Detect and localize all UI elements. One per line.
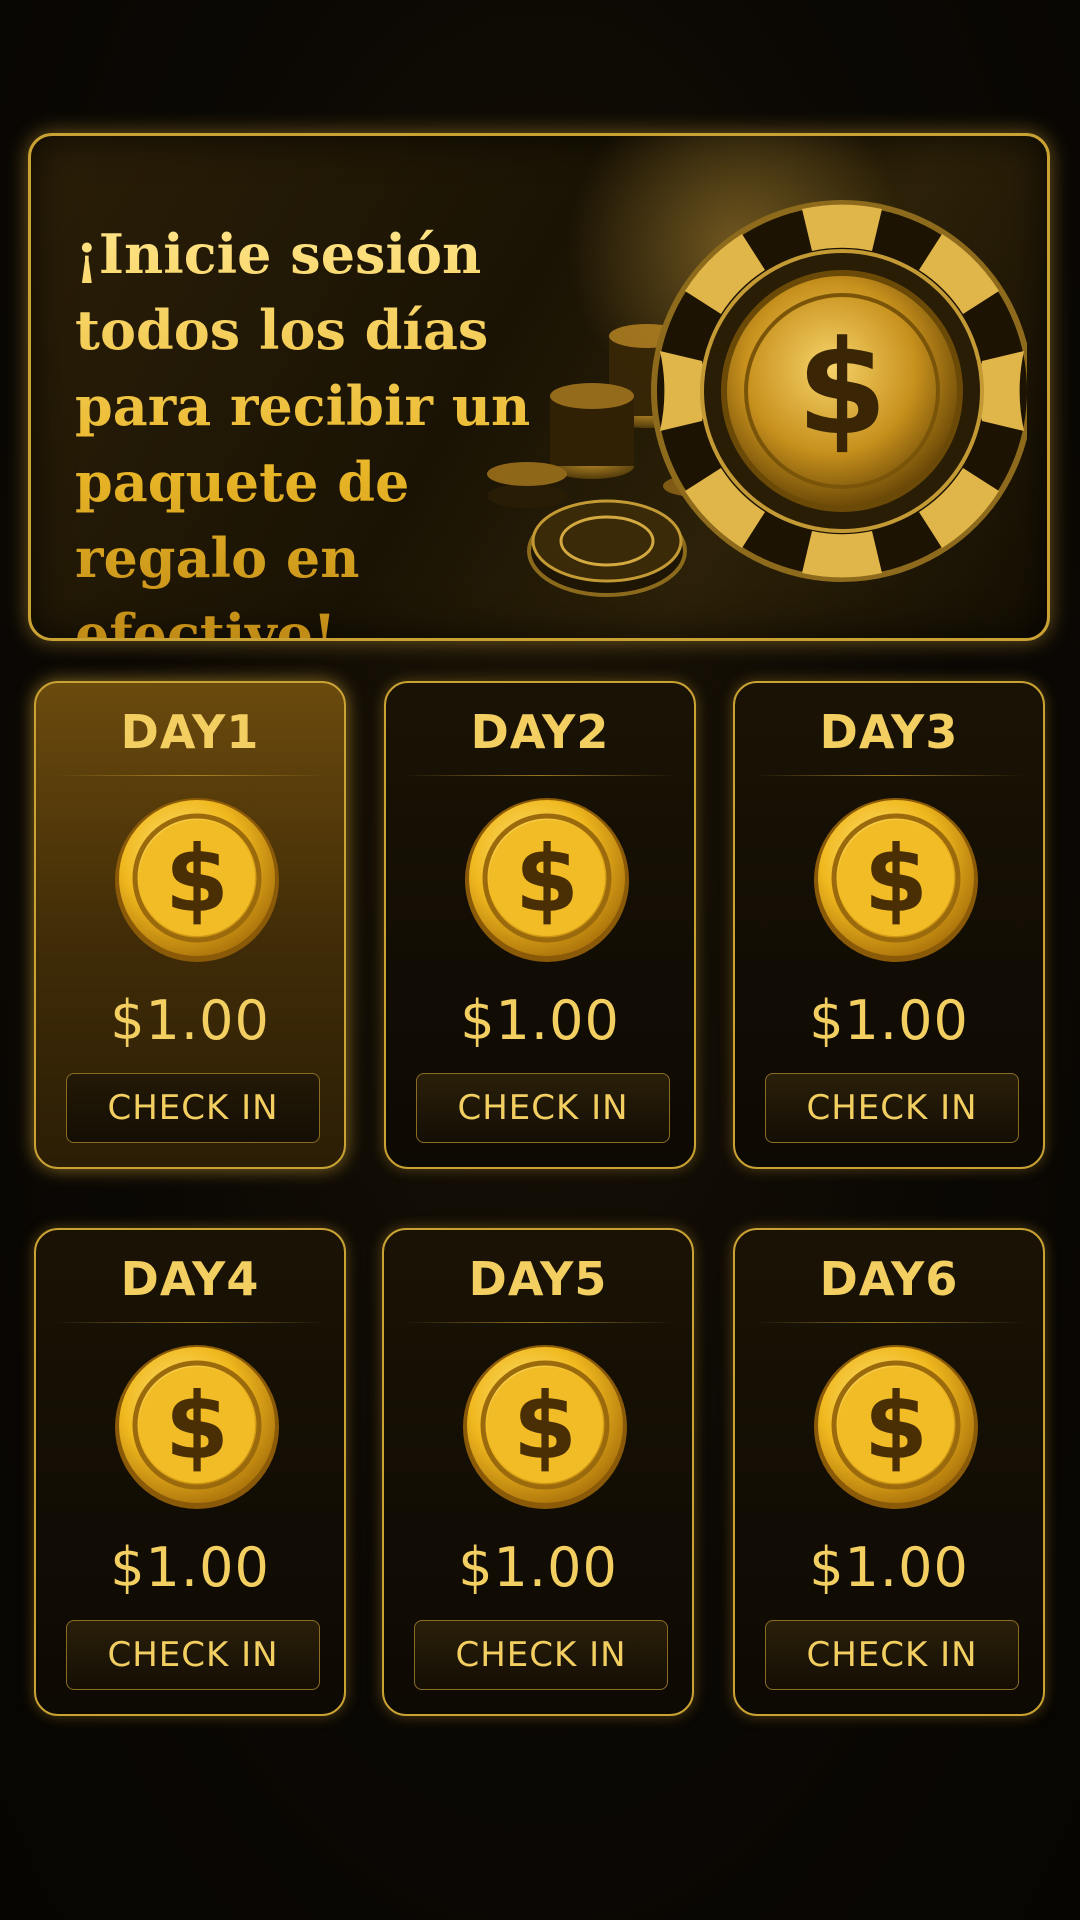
check-in-button[interactable]: CHECK IN — [414, 1620, 668, 1690]
day-card-3: DAY3 $ $1.00 CHECK IN — [733, 681, 1045, 1169]
reward-amount: $1.00 — [110, 989, 270, 1052]
reward-amount: $1.00 — [809, 1536, 969, 1599]
dollar-coin-icon: $ — [115, 798, 279, 962]
reward-amount: $1.00 — [458, 1536, 618, 1599]
svg-text:$: $ — [513, 1373, 577, 1480]
check-in-button[interactable]: CHECK IN — [765, 1620, 1019, 1690]
day-title: DAY1 — [120, 705, 260, 759]
check-in-button[interactable]: CHECK IN — [66, 1073, 320, 1143]
dollar-coin-icon: $ — [814, 798, 978, 962]
svg-text:$: $ — [515, 826, 579, 933]
dollar-coin-icon: $ — [115, 1345, 279, 1509]
day-card-1: DAY1 $ $1.00 CHECK IN — [34, 681, 346, 1169]
big-chip: $ — [651, 200, 1027, 582]
day-card-4: DAY4 $ $1.00 CHECK IN — [34, 1228, 346, 1716]
svg-text:$: $ — [797, 312, 887, 464]
day-card-6: DAY6 $ $1.00 CHECK IN — [733, 1228, 1045, 1716]
casino-chip-icon: $ — [487, 200, 1027, 597]
check-in-button[interactable]: CHECK IN — [66, 1620, 320, 1690]
day-card-5: DAY5 $ $1.00 CHECK IN — [382, 1228, 694, 1716]
dollar-coin-icon: $ — [465, 798, 629, 962]
small-chip — [527, 499, 687, 597]
dollar-coin-icon: $ — [463, 1345, 627, 1509]
svg-text:$: $ — [165, 826, 229, 933]
card-divider — [54, 1322, 326, 1323]
day-card-2: DAY2 $ $1.00 CHECK IN — [384, 681, 696, 1169]
day-title: DAY3 — [819, 705, 959, 759]
svg-text:$: $ — [864, 826, 928, 933]
svg-text:$: $ — [864, 1373, 928, 1480]
check-in-button[interactable]: CHECK IN — [416, 1073, 670, 1143]
svg-text:$: $ — [165, 1373, 229, 1480]
card-divider — [402, 1322, 674, 1323]
reward-amount: $1.00 — [809, 989, 969, 1052]
reward-amount: $1.00 — [460, 989, 620, 1052]
day-title: DAY5 — [468, 1252, 608, 1306]
day-title: DAY4 — [120, 1252, 260, 1306]
promo-banner: ¡Inicie sesión todos los días para recib… — [28, 133, 1050, 641]
card-divider — [54, 775, 326, 776]
day-title: DAY6 — [819, 1252, 959, 1306]
reward-amount: $1.00 — [110, 1536, 270, 1599]
card-divider — [404, 775, 676, 776]
card-divider — [753, 1322, 1025, 1323]
card-divider — [753, 775, 1025, 776]
day-title: DAY2 — [470, 705, 610, 759]
check-in-button[interactable]: CHECK IN — [765, 1073, 1019, 1143]
dollar-coin-icon: $ — [814, 1345, 978, 1509]
